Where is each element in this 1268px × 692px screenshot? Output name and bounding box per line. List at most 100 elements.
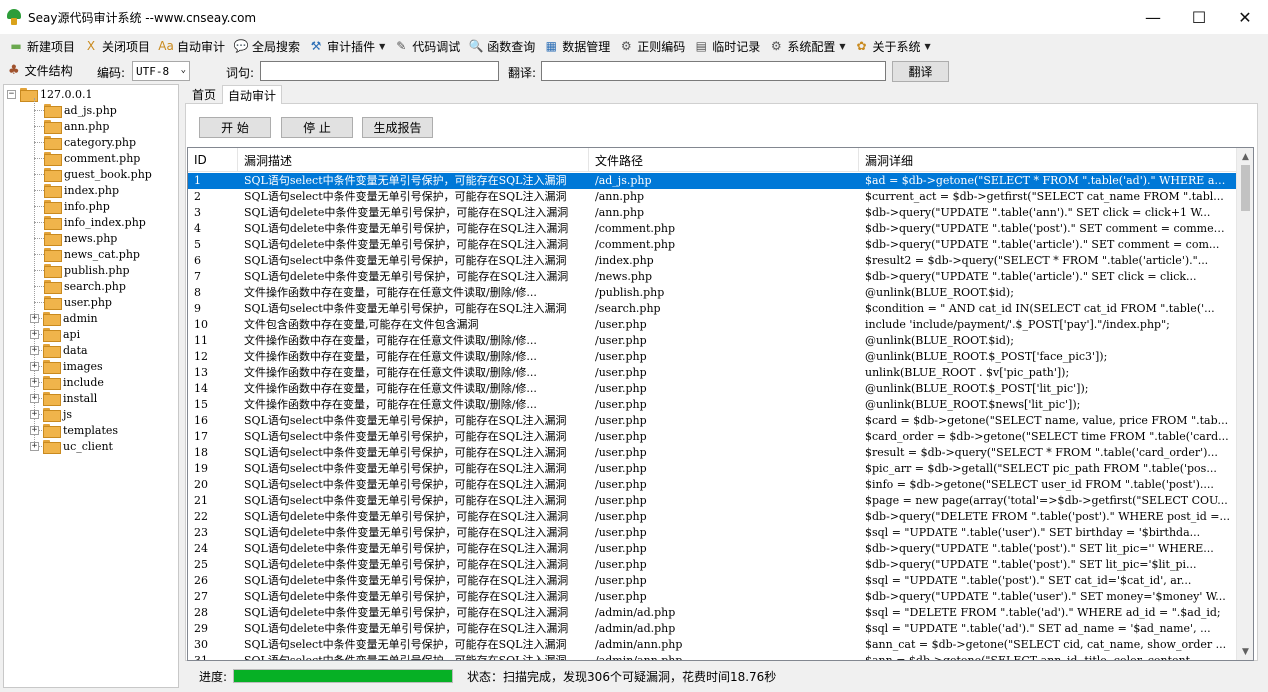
toolbar-item-new-project[interactable]: ▬ 新建项目 [4, 35, 79, 57]
table-row[interactable]: 4 SQL语句delete中条件变量无单引号保护，可能存在SQL注入漏洞/comm… [188, 221, 1237, 237]
table-row[interactable]: 28 SQL语句delete中条件变量无单引号保护，可能存在SQL注入漏洞/adm… [188, 605, 1237, 621]
table-row[interactable]: 31 SQL语句select中条件变量无单引号保护，可能存在SQL注入漏洞/adm… [188, 653, 1237, 660]
generate-report-button[interactable]: 生成报告 [362, 117, 433, 138]
translate-input[interactable] [541, 61, 886, 81]
tree-folder-node[interactable]: + data [30, 342, 88, 358]
toolbar-item-global-search[interactable]: 💬 全局搜索 [229, 35, 304, 57]
toolbar-item-notes[interactable]: ▤ 临时记录 [689, 35, 764, 57]
tab-auto-audit[interactable]: 自动审计 [222, 85, 283, 104]
tree-file-node[interactable]: search.php [44, 278, 126, 294]
table-row[interactable]: 9 SQL语句select中条件变量无单引号保护，可能存在SQL注入漏洞/sear… [188, 301, 1237, 317]
tree-root-node[interactable]: − 127.0.0.1 [7, 86, 92, 102]
expand-icon[interactable]: + [30, 361, 39, 371]
table-row[interactable]: 30 SQL语句select中条件变量无单引号保护，可能存在SQL注入漏洞/adm… [188, 637, 1237, 653]
tree-file-node[interactable]: publish.php [44, 262, 130, 278]
table-row[interactable]: 25 SQL语句delete中条件变量无单引号保护，可能存在SQL注入漏洞/use… [188, 557, 1237, 573]
stop-button[interactable]: 停 止 [281, 117, 353, 138]
expand-icon[interactable]: + [30, 425, 39, 435]
expand-icon[interactable]: + [30, 377, 39, 387]
expand-icon[interactable]: + [30, 345, 39, 355]
word-input[interactable] [260, 61, 499, 81]
close-button[interactable]: ✕ [1222, 0, 1268, 34]
tree-file-node[interactable]: index.php [44, 182, 119, 198]
tree-file-node[interactable]: ad_js.php [44, 102, 117, 118]
table-row[interactable]: 27 SQL语句delete中条件变量无单引号保护，可能存在SQL注入漏洞/use… [188, 589, 1237, 605]
scroll-down-icon[interactable]: ▼ [1237, 643, 1253, 660]
table-row[interactable]: 12 文件操作函数中存在变量，可能存在任意文件读取/删除/修... /user.ph… [188, 349, 1237, 365]
expand-icon[interactable]: + [30, 409, 39, 419]
table-row[interactable]: 26 SQL语句delete中条件变量无单引号保护，可能存在SQL注入漏洞/use… [188, 573, 1237, 589]
vertical-scrollbar[interactable]: ▲ ▼ [1236, 148, 1253, 660]
minimize-button[interactable]: — [1130, 0, 1176, 34]
toolbar-item-debug[interactable]: ✎ 代码调试 [389, 35, 464, 57]
tree-file-node[interactable]: comment.php [44, 150, 140, 166]
table-row[interactable]: 2 SQL语句select中条件变量无单引号保护，可能存在SQL注入漏洞/ann.… [188, 189, 1237, 205]
maximize-button[interactable]: ☐ [1176, 0, 1222, 34]
table-row[interactable]: 22 SQL语句delete中条件变量无单引号保护，可能存在SQL注入漏洞/use… [188, 509, 1237, 525]
expand-icon[interactable]: + [30, 313, 39, 323]
tree-file-node[interactable]: user.php [44, 294, 112, 310]
column-header-id[interactable]: ID [188, 148, 238, 172]
tree-folder-node[interactable]: + templates [30, 422, 118, 438]
tree-file-node[interactable]: info.php [44, 198, 110, 214]
file-tree[interactable]: − 127.0.0.1 ad_js.php ann.php category.php co… [3, 84, 179, 688]
table-row[interactable]: 3 SQL语句delete中条件变量无单引号保护，可能存在SQL注入漏洞/ann.… [188, 205, 1237, 221]
tree-file-node[interactable]: news.php [44, 230, 117, 246]
table-row[interactable]: 1 SQL语句select中条件变量无单引号保护，可能存在SQL注入漏洞/ad_j… [188, 173, 1237, 189]
tree-file-node[interactable]: category.php [44, 134, 136, 150]
table-row[interactable]: 6 SQL语句select中条件变量无单引号保护，可能存在SQL注入漏洞/inde… [188, 253, 1237, 269]
tab-home[interactable]: 首页 [186, 85, 222, 104]
encoding-select[interactable]: UTF-8 ⌄ [132, 61, 190, 81]
tree-folder-node[interactable]: + images [30, 358, 103, 374]
cell-detail: unlink(BLUE_ROOT . $v['pic_path']); [865, 366, 1070, 379]
expand-icon[interactable]: + [30, 441, 39, 451]
tree-folder-node[interactable]: + include [30, 374, 104, 390]
column-header-path[interactable]: 文件路径 [589, 148, 859, 172]
table-row[interactable]: 17 SQL语句select中条件变量无单引号保护，可能存在SQL注入漏洞/use… [188, 429, 1237, 445]
table-row[interactable]: 11 文件操作函数中存在变量，可能存在任意文件读取/删除/修... /user.ph… [188, 333, 1237, 349]
collapse-icon[interactable]: − [7, 89, 16, 99]
start-button[interactable]: 开 始 [199, 117, 271, 138]
table-row[interactable]: 10 文件包含函数中存在变量,可能存在文件包含漏洞/user.php include… [188, 317, 1237, 333]
table-row[interactable]: 29 SQL语句delete中条件变量无单引号保护，可能存在SQL注入漏洞/adm… [188, 621, 1237, 637]
tree-folder-node[interactable]: + api [30, 326, 80, 342]
table-row[interactable]: 5 SQL语句delete中条件变量无单引号保护，可能存在SQL注入漏洞/comm… [188, 237, 1237, 253]
toolbar-item-plugin[interactable]: ⚒ 审计插件 ▼ [304, 35, 389, 57]
tree-folder-node[interactable]: + install [30, 390, 97, 406]
tree-file-node[interactable]: news_cat.php [44, 246, 140, 262]
table-row[interactable]: 8 文件操作函数中存在变量，可能存在任意文件读取/删除/修... /publish.… [188, 285, 1237, 301]
tree-folder-node[interactable]: + admin [30, 310, 98, 326]
table-row[interactable]: 21 SQL语句select中条件变量无单引号保护，可能存在SQL注入漏洞/use… [188, 493, 1237, 509]
toolbar-item-data-manage[interactable]: ▦ 数据管理 [539, 35, 614, 57]
table-row[interactable]: 14 文件操作函数中存在变量，可能存在任意文件读取/删除/修... /user.ph… [188, 381, 1237, 397]
expand-icon[interactable]: + [30, 329, 39, 339]
toolbar-item-regex[interactable]: ⚙ 正则编码 [614, 35, 689, 57]
translate-button[interactable]: 翻译 [892, 61, 949, 82]
cell-description: SQL语句delete中条件变量无单引号保护，可能存在SQL注入漏洞 [244, 222, 569, 235]
toolbar-item-auto-audit[interactable]: Aa 自动审计 [154, 35, 229, 57]
table-row[interactable]: 19 SQL语句select中条件变量无单引号保护，可能存在SQL注入漏洞/use… [188, 461, 1237, 477]
toolbar-item-settings[interactable]: ⚙ 系统配置 ▼ [764, 35, 849, 57]
table-row[interactable]: 20 SQL语句select中条件变量无单引号保护，可能存在SQL注入漏洞/use… [188, 477, 1237, 493]
tree-folder-node[interactable]: + js [30, 406, 72, 422]
expand-icon[interactable]: + [30, 393, 39, 403]
table-row[interactable]: 15 文件操作函数中存在变量，可能存在任意文件读取/删除/修... /user.ph… [188, 397, 1237, 413]
column-header-detail[interactable]: 漏洞详细 [859, 148, 1237, 172]
toolbar-item-close-project[interactable]: X 关闭项目 [79, 35, 154, 57]
vulnerability-table[interactable]: ID 漏洞描述 文件路径 漏洞详细 1 SQL语句select中条件变量无单引号保… [187, 147, 1254, 661]
table-row[interactable]: 13 文件操作函数中存在变量，可能存在任意文件读取/删除/修... /user.ph… [188, 365, 1237, 381]
tree-folder-node[interactable]: + uc_client [30, 438, 113, 454]
scroll-thumb[interactable] [1241, 165, 1250, 211]
column-header-description[interactable]: 漏洞描述 [238, 148, 589, 172]
toolbar-item-function-search[interactable]: 🔍 函数查询 [464, 35, 539, 57]
table-row[interactable]: 18 SQL语句select中条件变量无单引号保护，可能存在SQL注入漏洞/use… [188, 445, 1237, 461]
scroll-up-icon[interactable]: ▲ [1237, 148, 1253, 165]
table-row[interactable]: 24 SQL语句delete中条件变量无单引号保护，可能存在SQL注入漏洞/use… [188, 541, 1237, 557]
toolbar-item-about[interactable]: ✿ 关于系统 ▼ [849, 35, 934, 57]
tree-file-node[interactable]: ann.php [44, 118, 109, 134]
table-row[interactable]: 7 SQL语句delete中条件变量无单引号保护，可能存在SQL注入漏洞/news… [188, 269, 1237, 285]
tree-file-node[interactable]: info_index.php [44, 214, 146, 230]
table-row[interactable]: 23 SQL语句delete中条件变量无单引号保护，可能存在SQL注入漏洞/use… [188, 525, 1237, 541]
table-row[interactable]: 16 SQL语句select中条件变量无单引号保护，可能存在SQL注入漏洞/use… [188, 413, 1237, 429]
tree-file-node[interactable]: guest_book.php [44, 166, 152, 182]
